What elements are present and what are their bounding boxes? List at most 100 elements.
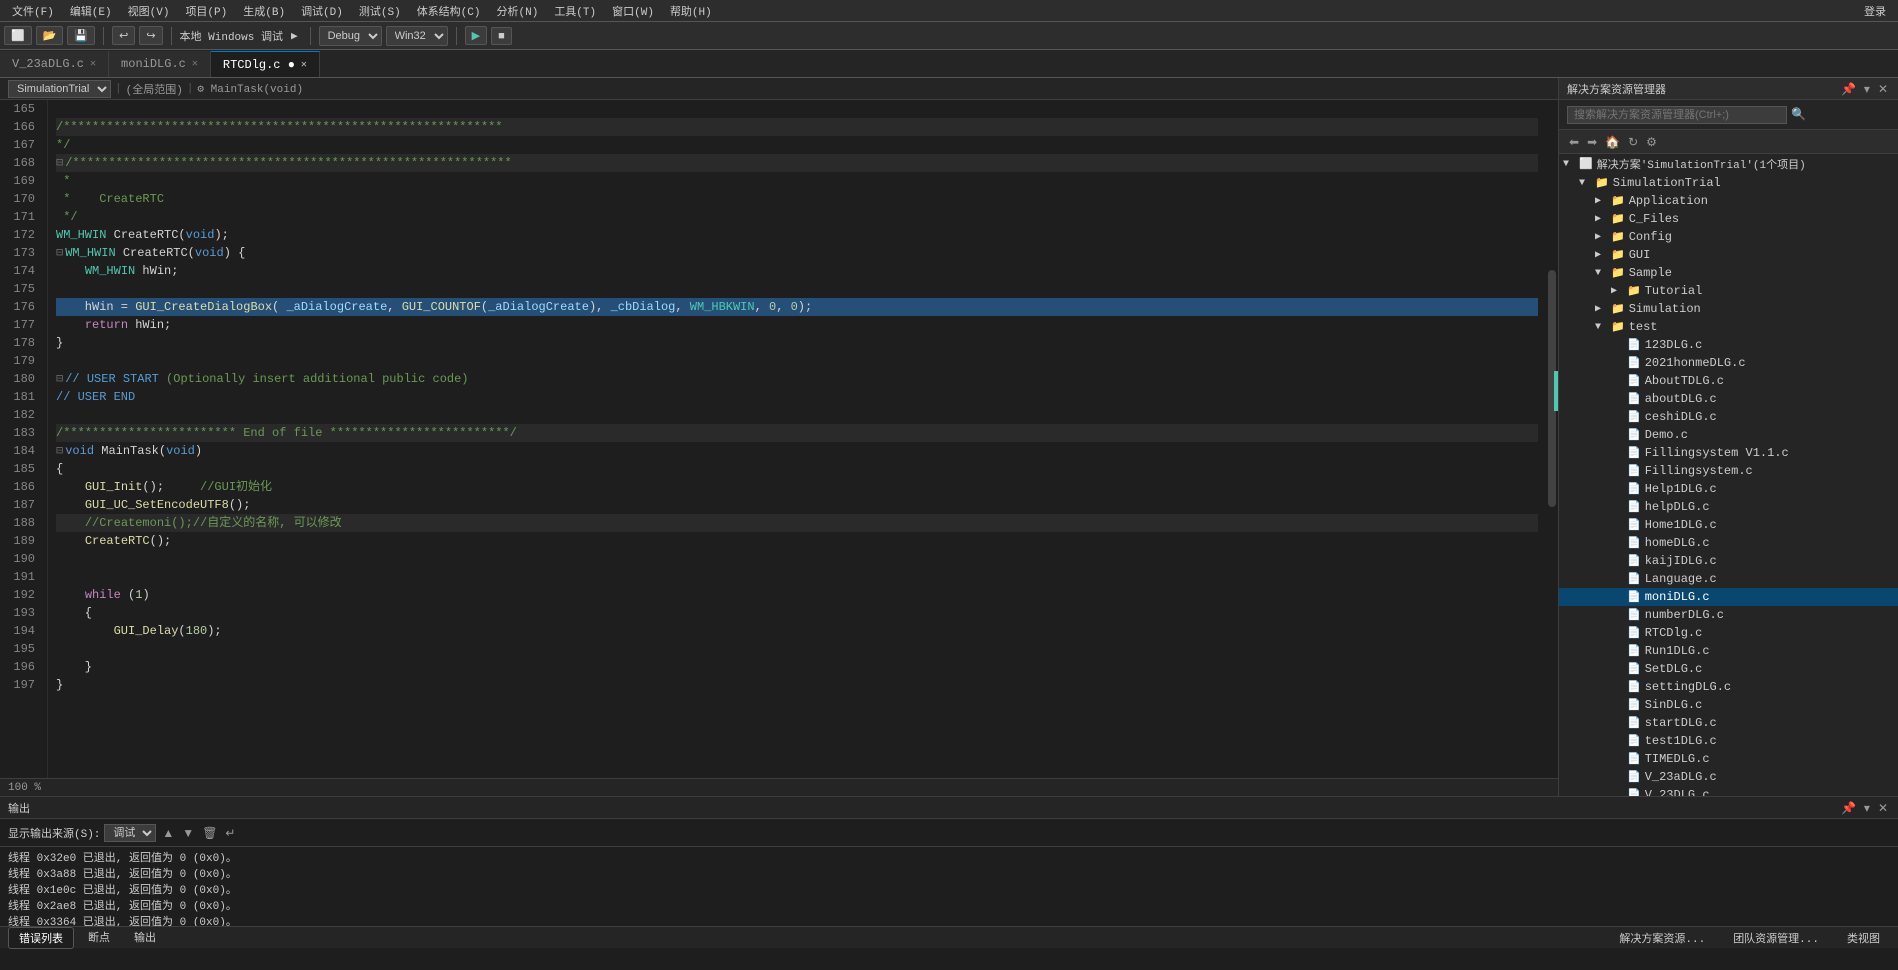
editor-body[interactable]: 165 166 167 168 169 170 171 172 173 174 … [0, 100, 1558, 778]
file-kaijidlg[interactable]: 📄 kaijIDLG.c [1559, 552, 1898, 570]
editor-vscrollbar[interactable] [1546, 100, 1558, 778]
code-line-168: ⊟ /*************************************… [56, 154, 1538, 172]
sol-filter[interactable]: ⚙ [1644, 135, 1659, 149]
file-run1dlg[interactable]: 📄 Run1DLG.c [1559, 642, 1898, 660]
toolbar-new[interactable]: ⬜ [4, 26, 32, 45]
file-2021honmedlg[interactable]: 📄 2021honmeDLG.c [1559, 354, 1898, 372]
menu-help[interactable]: 帮助(H) [662, 1, 720, 21]
output-clear[interactable]: 🗑 [200, 826, 219, 840]
output-down[interactable]: ▼ [180, 826, 196, 840]
solution-explorer-title: 解决方案资源管理器 [1567, 81, 1666, 97]
file-abouttdlg[interactable]: 📄 AboutTDLG.c [1559, 372, 1898, 390]
file-startdlg[interactable]: 📄 startDLG.c [1559, 714, 1898, 732]
bottom-tab-class[interactable]: 类视图 [1837, 928, 1890, 948]
file-help1dlg[interactable]: 📄 Help1DLG.c [1559, 480, 1898, 498]
toolbar-save[interactable]: 💾 [67, 26, 95, 45]
file-aboutdlg[interactable]: 📄 aboutDLG.c [1559, 390, 1898, 408]
file-ceshidlg[interactable]: 📄 ceshiDLG.c [1559, 408, 1898, 426]
file-rtcdlg[interactable]: 📄 RTCDlg.c [1559, 624, 1898, 642]
bottom-tab-breakpoints[interactable]: 断点 [78, 927, 120, 949]
folder-config[interactable]: ▶ 📁 Config [1559, 228, 1898, 246]
file-setdlg[interactable]: 📄 SetDLG.c [1559, 660, 1898, 678]
output-dropdown[interactable]: ▾ [1862, 801, 1872, 815]
solution-search-input[interactable] [1567, 106, 1787, 124]
fold-184[interactable]: ⊟ [56, 442, 63, 460]
file-language[interactable]: 📄 Language.c [1559, 570, 1898, 588]
file-sindlg-icon: 📄 [1627, 698, 1641, 712]
tab-rtcdlg[interactable]: RTCDlg.c ● ✕ [211, 51, 320, 77]
toolbar-undo[interactable]: ↩ [112, 26, 135, 45]
folder-cfiles[interactable]: ▶ 📁 C_Files [1559, 210, 1898, 228]
file-home1dlg[interactable]: 📄 Home1DLG.c [1559, 516, 1898, 534]
file-selector[interactable]: SimulationTrial [8, 80, 111, 98]
output-pin[interactable]: 📌 [1839, 801, 1858, 815]
project-root[interactable]: ▼ 📁 SimulationTrial [1559, 174, 1898, 192]
tab-v23adlg[interactable]: V_23aDLG.c ✕ [0, 51, 109, 77]
menu-edit[interactable]: 编辑(E) [62, 1, 120, 21]
tab-monidlg-close[interactable]: ✕ [192, 58, 198, 70]
fold-180[interactable]: ⊟ [56, 370, 63, 388]
menu-debug[interactable]: 调试(D) [293, 1, 351, 21]
output-source-select[interactable]: 调试 [104, 824, 156, 842]
folder-tutorial[interactable]: ▶ 📁 Tutorial [1559, 282, 1898, 300]
bottom-tab-errorlist[interactable]: 错误列表 [8, 927, 74, 949]
sol-back[interactable]: ⬅ [1567, 135, 1581, 149]
folder-sample[interactable]: ▼ 📁 Sample [1559, 264, 1898, 282]
toolbar-open[interactable]: 📂 [36, 26, 64, 45]
folder-gui[interactable]: ▶ 📁 GUI [1559, 246, 1898, 264]
tab-rtcdlg-close[interactable]: ✕ [301, 59, 307, 71]
fold-168[interactable]: ⊟ [56, 154, 63, 172]
panel-dropdown[interactable]: ▾ [1862, 82, 1872, 96]
output-line-4: 线程 0x2ae8 已退出, 返回值为 0 (0x0)。 [8, 899, 1890, 915]
menu-file[interactable]: 文件(F) [4, 1, 62, 21]
folder-simulation[interactable]: ▶ 📁 Simulation [1559, 300, 1898, 318]
file-demo[interactable]: 📄 Demo.c [1559, 426, 1898, 444]
panel-close[interactable]: ✕ [1876, 82, 1890, 96]
sol-refresh[interactable]: ↻ [1626, 135, 1640, 149]
toolbar-start[interactable]: ▶ [465, 26, 487, 45]
output-close[interactable]: ✕ [1876, 801, 1890, 815]
debug-mode-select[interactable]: Debug [319, 26, 382, 46]
platform-select[interactable]: Win32 [386, 26, 448, 46]
solution-root[interactable]: ▼ ⬜ 解决方案'SimulationTrial'(1个项目) [1559, 154, 1898, 174]
menu-project[interactable]: 项目(P) [177, 1, 235, 21]
bottom-tab-team[interactable]: 团队资源管理... [1723, 928, 1829, 948]
file-v23adlg[interactable]: 📄 V_23aDLG.c [1559, 768, 1898, 786]
fold-173[interactable]: ⊟ [56, 244, 63, 262]
file-sindlg[interactable]: 📄 SinDLG.c [1559, 696, 1898, 714]
file-helpdlg[interactable]: 📄 helpDLG.c [1559, 498, 1898, 516]
bottom-tab-solution[interactable]: 解决方案资源... [1609, 928, 1715, 948]
file-123dlg[interactable]: 📄 123DLG.c [1559, 336, 1898, 354]
gui-label: GUI [1629, 248, 1651, 262]
file-fillingsystemv1[interactable]: 📄 Fillingsystem V1.1.c [1559, 444, 1898, 462]
folder-test[interactable]: ▼ 📁 test [1559, 318, 1898, 336]
menu-test[interactable]: 测试(S) [351, 1, 409, 21]
menu-arch[interactable]: 体系结构(C) [409, 1, 489, 21]
tab-monidlg[interactable]: moniDLG.c ✕ [109, 51, 211, 77]
sol-forward[interactable]: ➡ [1585, 135, 1599, 149]
file-fillingsystem[interactable]: 📄 Fillingsystem.c [1559, 462, 1898, 480]
panel-pin[interactable]: 📌 [1839, 82, 1858, 96]
menu-analyze[interactable]: 分析(N) [489, 1, 547, 21]
file-homedlg[interactable]: 📄 homeDLG.c [1559, 534, 1898, 552]
file-v23dlg[interactable]: 📄 V_23DLG.c [1559, 786, 1898, 796]
code-area[interactable]: /***************************************… [48, 100, 1546, 778]
tab-v23adlg-close[interactable]: ✕ [90, 58, 96, 70]
file-test1dlg[interactable]: 📄 test1DLG.c [1559, 732, 1898, 750]
folder-application[interactable]: ▶ 📁 Application [1559, 192, 1898, 210]
sol-home[interactable]: 🏠 [1603, 135, 1622, 149]
menu-view[interactable]: 视图(V) [120, 1, 178, 21]
toolbar-stop[interactable]: ■ [491, 27, 512, 45]
menu-window[interactable]: 窗口(W) [604, 1, 662, 21]
file-timedlg[interactable]: 📄 TIMEDLG.c [1559, 750, 1898, 768]
output-up[interactable]: ▲ [160, 826, 176, 840]
login-link[interactable]: 登录 [1864, 3, 1894, 19]
menu-tools[interactable]: 工具(T) [546, 1, 604, 21]
menu-build[interactable]: 生成(B) [235, 1, 293, 21]
file-settingdlg[interactable]: 📄 settingDLG.c [1559, 678, 1898, 696]
toolbar-redo[interactable]: ↪ [139, 26, 162, 45]
file-monidlg[interactable]: 📄 moniDLG.c [1559, 588, 1898, 606]
bottom-tab-output[interactable]: 输出 [124, 927, 166, 949]
output-wrap[interactable]: ↵ [223, 826, 237, 840]
file-numberdlg[interactable]: 📄 numberDLG.c [1559, 606, 1898, 624]
